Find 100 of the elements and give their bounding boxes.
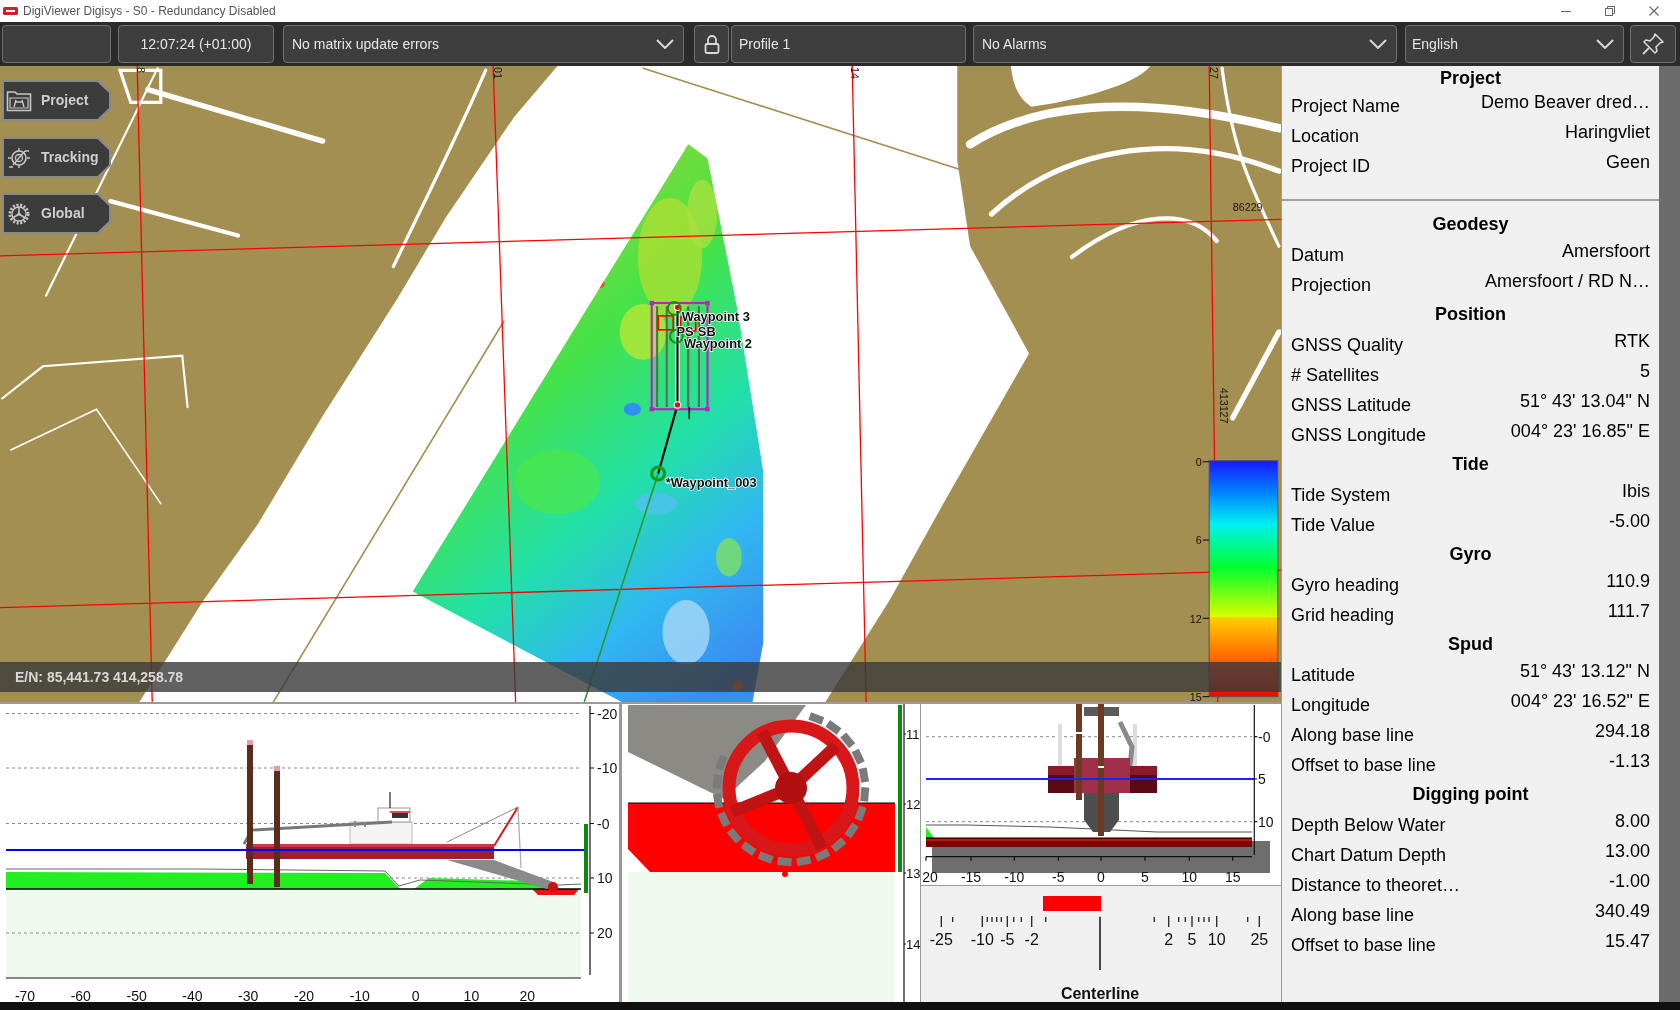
axis-tick-label: 20: [519, 988, 535, 1002]
field-value: -1.13: [1608, 750, 1650, 772]
side-tab[interactable]: Tracking: [2, 137, 111, 178]
field-label: Along base line: [1291, 724, 1415, 746]
field-value: -5.00: [1608, 510, 1650, 532]
field-value: 004° 23' 16.85" E: [1510, 420, 1650, 442]
axis-tick-label: 14: [906, 936, 920, 952]
section-title: Position: [1435, 302, 1506, 326]
pin-button[interactable]: [1630, 25, 1676, 63]
grid-label: 8: [135, 67, 148, 74]
waypoint-marker-icon: [650, 465, 667, 482]
axis-tick-label: -70: [14, 988, 36, 1002]
minimize-icon: [1561, 10, 1571, 12]
axis-tick-label: -50: [126, 988, 147, 1002]
profile-field[interactable]: Profile 1: [731, 25, 966, 63]
field-label: Grid heading: [1291, 604, 1395, 626]
axis-tick-label: -5: [1052, 869, 1065, 885]
coordinates-readout: E/N: 85,441.73 414,258.78: [14, 667, 184, 687]
side-tab[interactable]: Global: [2, 193, 111, 234]
field-label: Datum: [1291, 244, 1344, 266]
field-label: Project Name: [1291, 95, 1401, 117]
field-label: Along base line: [1291, 904, 1415, 926]
chevron-down-icon: [1596, 39, 1614, 49]
app-icon: [3, 7, 18, 15]
scale-tick-label: 25: [1250, 930, 1269, 948]
scale-tick-label: 6: [1195, 534, 1202, 547]
section-title: Geodesy: [1432, 212, 1509, 236]
folder-icon: [6, 89, 32, 112]
field-label: Project ID: [1291, 155, 1371, 177]
window-title: DigiViewer Digisys - S0 - Redundancy Disabled: [23, 3, 276, 20]
field-label: GNSS Longitude: [1291, 424, 1427, 446]
field-label: Tide System: [1291, 484, 1391, 506]
indicator-title: Centerline: [1060, 984, 1140, 1002]
chevron-down-icon: [1369, 39, 1387, 49]
side-tab[interactable]: Project: [2, 80, 111, 121]
scale-tick-label: 15: [1189, 690, 1202, 702]
field-value: Demo Beaver dred…: [1480, 91, 1650, 113]
close-icon: [1649, 6, 1659, 16]
axis-tick-label: -15: [960, 869, 982, 885]
field-value: 340.49: [1594, 900, 1650, 922]
field-label: Location: [1291, 125, 1360, 147]
field-label: Latitude: [1291, 664, 1356, 686]
section-title: Spud: [1448, 632, 1493, 656]
field-value: 15.47: [1604, 930, 1650, 952]
restore-icon: [1605, 6, 1615, 16]
axis-tick-label: -40: [182, 988, 203, 1002]
field-value: Amersfoort / RD N…: [1484, 270, 1650, 292]
axis-tick-label: 0: [1097, 869, 1105, 885]
chevron-down-icon: [656, 39, 674, 49]
scale-tick-label: 0: [1195, 456, 1202, 469]
gear-icon: [6, 202, 32, 225]
grid-label: 27: [1208, 67, 1221, 79]
scale-tick-label: 12: [1189, 612, 1202, 625]
field-label: Offset to base line: [1291, 754, 1436, 776]
depth-bar: [584, 824, 588, 893]
scale-tick-label: -5: [1000, 930, 1015, 948]
axis-tick-label: 20: [597, 925, 613, 941]
axis-tick-label: -0: [597, 815, 610, 832]
field-label: Depth Below Water: [1291, 814, 1446, 836]
axis-tick-label: -10: [349, 988, 370, 1002]
axis-tick-label: -30: [238, 988, 259, 1002]
grid-label: 14: [849, 67, 862, 79]
section-title: Digging point: [1412, 782, 1529, 806]
field-value: 111.7: [1607, 600, 1650, 622]
field-value: 8.00: [1614, 810, 1650, 832]
lock-button[interactable]: [694, 25, 729, 63]
field-value: Haringvliet: [1564, 121, 1650, 143]
waypoint-label: *Waypoint_003: [665, 475, 757, 491]
field-label: Distance to theoret…: [1291, 874, 1461, 896]
grid-label: 413127: [1217, 387, 1230, 424]
section-title: Gyro: [1449, 542, 1492, 566]
axis-tick-label: 0: [411, 988, 420, 1002]
field-value: RTK: [1614, 330, 1650, 352]
language-dropdown[interactable]: English: [1405, 25, 1624, 63]
field-label: # Satellites: [1291, 364, 1380, 386]
seabed-profile: [926, 827, 934, 838]
axis-tick-label: -20: [597, 705, 618, 722]
axis-tick-label: 20: [922, 869, 938, 885]
field-value: 004° 23' 16.52" E: [1510, 690, 1650, 712]
field-label: Offset to base line: [1291, 934, 1436, 956]
alarms-dropdown[interactable]: No Alarms: [973, 25, 1397, 63]
scale-tick-label: 10: [1207, 930, 1226, 948]
digging-point-icon: [782, 871, 788, 877]
field-label: GNSS Latitude: [1291, 394, 1412, 416]
scale-tick-label: 5: [1187, 930, 1197, 948]
target-icon: [6, 146, 32, 169]
axis-tick-label: 10: [463, 988, 480, 1002]
field-value: 110.9: [1606, 570, 1650, 592]
axis-tick-label: 12: [906, 796, 920, 812]
field-label: Projection: [1291, 274, 1372, 296]
axis-tick-label: -10: [597, 760, 618, 776]
axis-tick-label: -60: [70, 988, 91, 1002]
axis-tick-label: -10: [1004, 869, 1025, 885]
scale-tick-label: -10: [970, 930, 994, 948]
field-label: Tide Value: [1291, 514, 1376, 536]
status-dropdown[interactable]: No matrix update errors: [283, 25, 684, 63]
field-value: -1.00: [1608, 870, 1650, 892]
section-title: Tide: [1452, 452, 1489, 476]
scale-tick-label: -2: [1024, 930, 1039, 948]
axis-tick-label: 10: [1181, 869, 1198, 885]
